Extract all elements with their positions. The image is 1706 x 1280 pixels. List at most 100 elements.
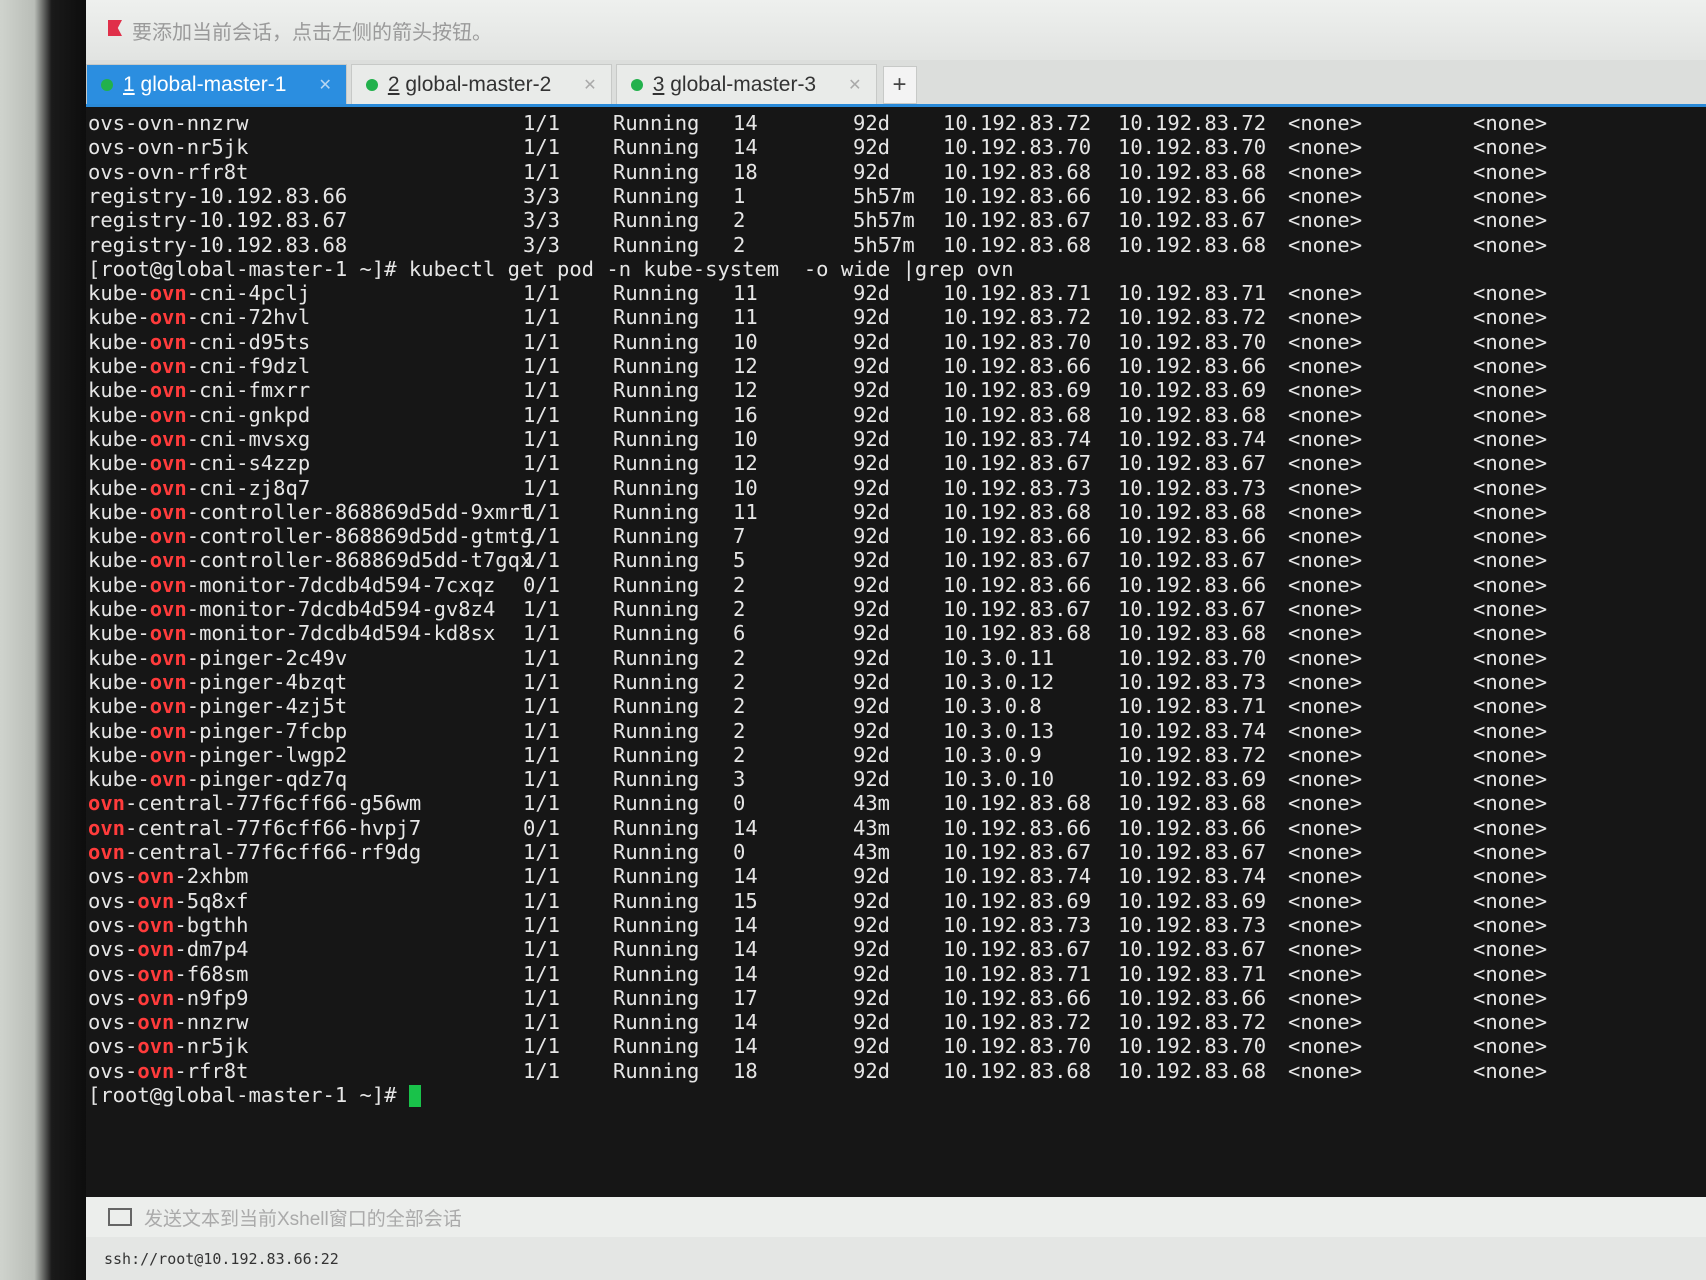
cell-ready: 1/1 (523, 985, 561, 1010)
grep-match: ovn (149, 329, 187, 354)
shell-prompt[interactable]: [root@global-master-1 ~]# (88, 1083, 421, 1107)
cell-age: 92d (853, 621, 891, 646)
cell-ready: 1/1 (523, 694, 561, 719)
cell-nominated-node: <none> (1288, 791, 1363, 816)
cell-ready: 1/1 (523, 402, 561, 427)
cell-node: 10.192.83.69 (1118, 767, 1267, 792)
cell-nominated-node: <none> (1288, 402, 1363, 427)
pod-name-part: kube- (88, 281, 150, 306)
tab-global-master-2[interactable]: 2 global-master-2 ✕ (350, 64, 612, 104)
cell-node: 10.192.83.74 (1118, 426, 1267, 451)
cell-readiness-gates: <none> (1473, 840, 1548, 864)
pod-row: ovs-ovn-2xhbm 1/1 Running 14 92d 10.192.83.74… (86, 864, 1706, 890)
grep-match: ovn (149, 548, 187, 573)
compose-bar[interactable]: 发送文本到当前Xshell窗口的全部会话 (86, 1197, 1706, 1237)
tab-strip: 1 global-master-1 ✕ 2 global-master-2 ✕ … (86, 60, 1706, 107)
flag-icon[interactable] (108, 20, 122, 40)
cell-node: 10.192.83.71 (1118, 961, 1267, 986)
pod-name-part: -pinger-7fcbp (186, 718, 348, 743)
pod-row: kube-ovn-cni-zj8q7 1/1 Running 10 92d 10.192.… (86, 476, 1706, 502)
cell-pod-ip: 10.3.0.10 (943, 767, 1055, 792)
pod-name-part: kube- (88, 402, 150, 427)
cell-ready: 1/1 (523, 791, 561, 816)
cell-age: 92d (853, 572, 891, 597)
pod-row: kube-ovn-cni-f9dzl 1/1 Running 12 92d 10.192.… (86, 354, 1706, 380)
cell-node: 10.192.83.68 (1118, 621, 1267, 646)
cell-node: 10.192.83.68 (1118, 402, 1267, 427)
pod-name-part: ovs- (88, 888, 138, 913)
cell-ready: 1/1 (523, 597, 561, 621)
pod-row: kube-ovn-monitor-7dcdb4d594-gv8z4 1/1 Runn… (86, 597, 1706, 623)
cell-status: Running (613, 499, 700, 524)
cell-ready: 1/1 (523, 135, 561, 160)
cell-age: 92d (853, 645, 891, 670)
cell-age: 92d (853, 305, 891, 330)
monitor-icon (108, 1208, 132, 1226)
cell-readiness-gates: <none> (1473, 183, 1548, 208)
grep-match: ovn (149, 378, 187, 403)
cell-restarts: 16 (733, 402, 758, 427)
cell-ready: 1/1 (523, 426, 561, 451)
cell-ready: 1/1 (523, 499, 561, 524)
cell-readiness-gates: <none> (1473, 281, 1548, 306)
cell-nominated-node: <none> (1288, 208, 1363, 233)
grep-match: ovn (149, 499, 187, 524)
cell-age: 92d (853, 742, 891, 767)
cell-restarts: 2 (733, 597, 746, 621)
cell-node: 10.192.83.72 (1118, 111, 1267, 135)
connection-address: ssh://root@10.192.83.66:22 (104, 1249, 339, 1268)
cell-restarts: 2 (733, 232, 746, 257)
cell-restarts: 6 (733, 621, 746, 646)
cell-pod-name: ovs-ovn-5q8xf (88, 889, 248, 913)
close-icon[interactable]: ✕ (583, 75, 596, 95)
cell-age: 92d (853, 378, 891, 403)
cell-nominated-node: <none> (1288, 694, 1363, 719)
cell-status: Running (613, 961, 700, 986)
cell-readiness-gates: <none> (1473, 305, 1548, 330)
grep-match: ovn (149, 597, 187, 621)
pod-name-part: ovs- (88, 985, 138, 1010)
cell-nominated-node: <none> (1288, 183, 1363, 208)
cell-pod-name: kube-ovn-monitor-7dcdb4d594-7cxqz (88, 573, 495, 597)
pod-name-part: kube- (88, 669, 150, 694)
cell-pod-ip: 10.192.83.70 (943, 329, 1092, 354)
pod-name-part: -cni-gnkpd (186, 402, 311, 427)
new-tab-button[interactable]: + (882, 66, 917, 104)
terminal-output[interactable]: ovs-ovn-nnzrw 1/1 Running 14 92d 10.192.83.72… (86, 107, 1706, 1197)
cell-pod-name: ovs-ovn-2xhbm (88, 864, 248, 888)
close-icon[interactable]: ✕ (318, 75, 331, 95)
grep-match: ovn (149, 305, 187, 330)
cell-status: Running (613, 378, 700, 403)
close-icon[interactable]: ✕ (848, 75, 861, 95)
pod-row: ovs-ovn-rfr8t 1/1 Running 18 92d 10.192.83.68… (86, 160, 1706, 186)
cell-status: Running (613, 742, 700, 767)
cell-nominated-node: <none> (1288, 305, 1363, 330)
tab-global-master-3[interactable]: 3 global-master-3 ✕ (615, 64, 877, 104)
pod-name-part: kube- (88, 548, 150, 573)
tab-number: 3 (652, 72, 665, 96)
grep-match: ovn (149, 354, 187, 378)
cell-age: 92d (853, 354, 891, 378)
cell-status: Running (613, 426, 700, 451)
cell-ready: 1/1 (523, 961, 561, 986)
pod-row: ovs-ovn-dm7p4 1/1 Running 14 92d 10.192.83.67… (86, 937, 1706, 963)
cell-node: 10.192.83.69 (1118, 888, 1267, 913)
cell-pod-name: kube-ovn-pinger-7fcbp (88, 719, 347, 743)
cell-pod-name: kube-ovn-pinger-qdz7q (88, 767, 347, 791)
pod-name-part: kube- (88, 645, 150, 670)
tab-global-master-1[interactable]: 1 global-master-1 ✕ (86, 64, 347, 104)
pod-row: kube-ovn-cni-d95ts 1/1 Running 10 92d 10.192.… (86, 330, 1706, 356)
cell-status: Running (613, 159, 700, 184)
cell-nominated-node: <none> (1288, 645, 1363, 670)
cell-pod-ip: 10.192.83.70 (943, 1034, 1092, 1059)
cell-ready: 0/1 (523, 572, 561, 597)
pod-name-part: -central-77f6cff66-hvpj7 (125, 815, 422, 840)
cell-readiness-gates: <none> (1473, 524, 1548, 549)
pod-row: ovs-ovn-n9fp9 1/1 Running 17 92d 10.192.83.66… (86, 986, 1706, 1012)
cell-restarts: 1 (733, 183, 746, 208)
cell-nominated-node: <none> (1288, 985, 1363, 1010)
cell-nominated-node: <none> (1288, 451, 1363, 476)
cell-ready: 1/1 (523, 524, 561, 549)
cell-pod-ip: 10.192.83.67 (943, 451, 1092, 476)
cell-restarts: 10 (733, 329, 758, 354)
